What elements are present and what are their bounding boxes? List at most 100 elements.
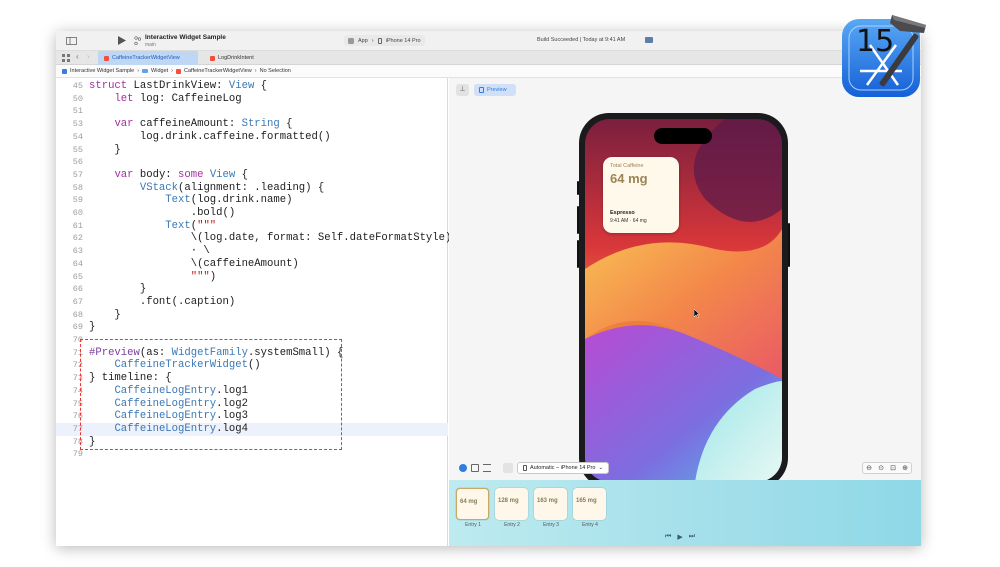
code-line[interactable]: 45 struct LastDrinkView: View { [56, 80, 448, 93]
run-icon[interactable] [118, 36, 126, 45]
code-line[interactable]: 51 [56, 105, 448, 118]
scheme-label: App [358, 37, 368, 44]
tab-label: CaffeineTrackerWidgetView [112, 55, 180, 61]
code-line[interactable]: 68 } [56, 309, 448, 322]
back-arrow-icon[interactable]: ‹ [76, 53, 79, 61]
line-number: 71 [72, 347, 83, 358]
code-text: CaffeineLogEntry.log4 [114, 422, 248, 435]
forward-arrow-icon[interactable]: › [87, 53, 90, 61]
code-editor[interactable]: 45 struct LastDrinkView: View {50 let log… [56, 78, 458, 546]
grid-icon[interactable] [62, 54, 70, 62]
chevron-right-icon: › [137, 68, 140, 74]
code-line[interactable]: 75 CaffeineLogEntry.log2 [56, 398, 448, 411]
variants-icon[interactable] [483, 464, 491, 472]
build-status: Build Succeeded | Today at 9:41 AM [537, 37, 626, 43]
caffeine-widget[interactable]: Total Caffeine 64 mg Espresso 9:41 AM · … [603, 157, 679, 233]
tab-logdrinkintent[interactable]: LogDrinkIntent [204, 51, 294, 65]
code-line[interactable]: 72 CaffeineTrackerWidget() [56, 359, 448, 372]
line-number: 66 [72, 284, 83, 295]
code-line[interactable]: 61 Text(""" [56, 220, 448, 233]
action-button [577, 181, 579, 195]
timeline-entry-thumbnail[interactable]: 64 mg [456, 488, 489, 520]
selectable-mode-icon[interactable] [471, 464, 479, 472]
library-icon[interactable] [645, 37, 653, 43]
sidebar-toggle-icon[interactable] [66, 37, 77, 45]
code-line[interactable]: 53 var caffeineAmount: String { [56, 118, 448, 131]
code-line[interactable]: 79 [56, 448, 448, 461]
code-line[interactable]: 70 [56, 334, 448, 347]
tab-caffeinetrackerwidgetview[interactable]: CaffeineTrackerWidgetView [98, 51, 198, 65]
breadcrumb-item[interactable]: Widget [151, 68, 168, 74]
code-line[interactable]: 62 \(log.date, format: Self.dateFormatSt… [56, 232, 458, 245]
line-number: 64 [72, 258, 83, 269]
code-line[interactable]: 74 CaffeineLogEntry.log1 [56, 385, 448, 398]
zoom-out-icon[interactable]: ⊖ [866, 464, 872, 472]
line-number: 57 [72, 169, 83, 180]
device-settings-icon[interactable] [503, 463, 513, 473]
play-icon[interactable]: ▶ [677, 533, 682, 541]
line-number: 56 [72, 157, 83, 168]
line-number: 59 [72, 195, 83, 206]
pin-button[interactable]: ⊥ [456, 84, 469, 96]
phone-icon [523, 465, 527, 471]
code-line[interactable]: 59 Text(log.drink.name) [56, 194, 448, 207]
volume-down-button [577, 240, 579, 268]
branch-icon [134, 36, 141, 45]
code-text: CaffeineTrackerWidget() [114, 359, 261, 372]
zoom-controls: ⊖ ⊙ ⊡ ⊕ [862, 462, 912, 474]
breadcrumb: Interactive Widget Sample › Widget › Caffe… [56, 65, 921, 78]
iphone-frame: Total Caffeine 64 mg Espresso 9:41 AM · … [577, 113, 790, 488]
previous-entry-icon[interactable]: ⏮ [665, 533, 671, 541]
line-number: 68 [72, 309, 83, 320]
code-line[interactable]: 78} [56, 436, 448, 449]
code-line[interactable]: 50 let log: CaffeineLog [56, 93, 448, 106]
code-line[interactable]: 56 [56, 156, 448, 169]
code-text: } [89, 283, 147, 296]
code-line[interactable]: 60 .bold() [56, 207, 448, 220]
line-number: 75 [72, 398, 83, 409]
code-line[interactable]: 73} timeline: { [56, 372, 448, 385]
timeline-entry-thumbnail[interactable]: 163 mg [534, 488, 567, 520]
timeline-entry-thumbnail[interactable]: 128 mg [495, 488, 528, 520]
code-line[interactable]: 67 .font(.caption) [56, 296, 448, 309]
code-line[interactable]: 64 \(caffeineAmount) [56, 258, 448, 271]
code-text: } [89, 435, 96, 448]
code-line[interactable]: 65 """) [56, 271, 448, 284]
code-line[interactable]: 69} [56, 321, 448, 334]
tab-label: LogDrinkIntent [218, 55, 254, 61]
code-text: } [89, 143, 121, 156]
line-number: 61 [72, 220, 83, 231]
scheme-selector[interactable]: App › iPhone 14 Pro [344, 35, 425, 46]
code-text: .font(.caption) [89, 295, 236, 308]
next-entry-icon[interactable]: ⏭ [689, 533, 695, 541]
code-line[interactable]: 71 #Preview(as: WidgetFamily.systemSmall)… [56, 347, 448, 360]
code-line[interactable]: 57 var body: some View { [56, 169, 448, 182]
breadcrumb-item[interactable]: No Selection [260, 68, 291, 74]
device-selector[interactable]: Automatic – iPhone 14 Pro ⌄ [517, 462, 610, 474]
breadcrumb-item[interactable]: Interactive Widget Sample [70, 68, 134, 74]
code-line[interactable]: 66 } [56, 283, 448, 296]
code-text: Text(""" [165, 219, 217, 232]
zoom-in-icon[interactable]: ⊕ [902, 464, 908, 472]
code-line[interactable]: 77 CaffeineLogEntry.log4 [56, 422, 448, 436]
code-line[interactable]: 63 · \ [56, 245, 448, 258]
chevron-right-icon: › [254, 68, 257, 74]
line-number: 60 [72, 208, 83, 218]
zoom-actual-icon[interactable]: ⊡ [890, 464, 896, 472]
code-line[interactable]: 58 VStack(alignment: .leading) { [56, 182, 448, 195]
swift-file-icon [176, 68, 182, 74]
code-line[interactable]: 76 CaffeineLogEntry.log3 [56, 410, 448, 423]
preview-button[interactable]: Preview [474, 84, 516, 96]
code-text: var caffeineAmount: String { [114, 118, 293, 131]
xcode-window: Interactive Widget Sample main App › iPh… [56, 31, 921, 546]
code-line[interactable]: 55 } [56, 144, 448, 157]
line-number: 58 [72, 182, 83, 193]
live-mode-icon[interactable] [459, 464, 467, 472]
entry-amount: 163 mg [537, 498, 558, 504]
zoom-fit-icon[interactable]: ⊙ [878, 464, 884, 472]
timeline-entry-thumbnail[interactable]: 165 mg [573, 488, 606, 520]
line-number: 67 [72, 296, 83, 307]
breadcrumb-item[interactable]: CaffeineTrackerWidgetView [184, 68, 252, 74]
code-line[interactable]: 54 log.drink.caffeine.formatted() [56, 131, 448, 144]
code-text: """) [190, 270, 217, 283]
